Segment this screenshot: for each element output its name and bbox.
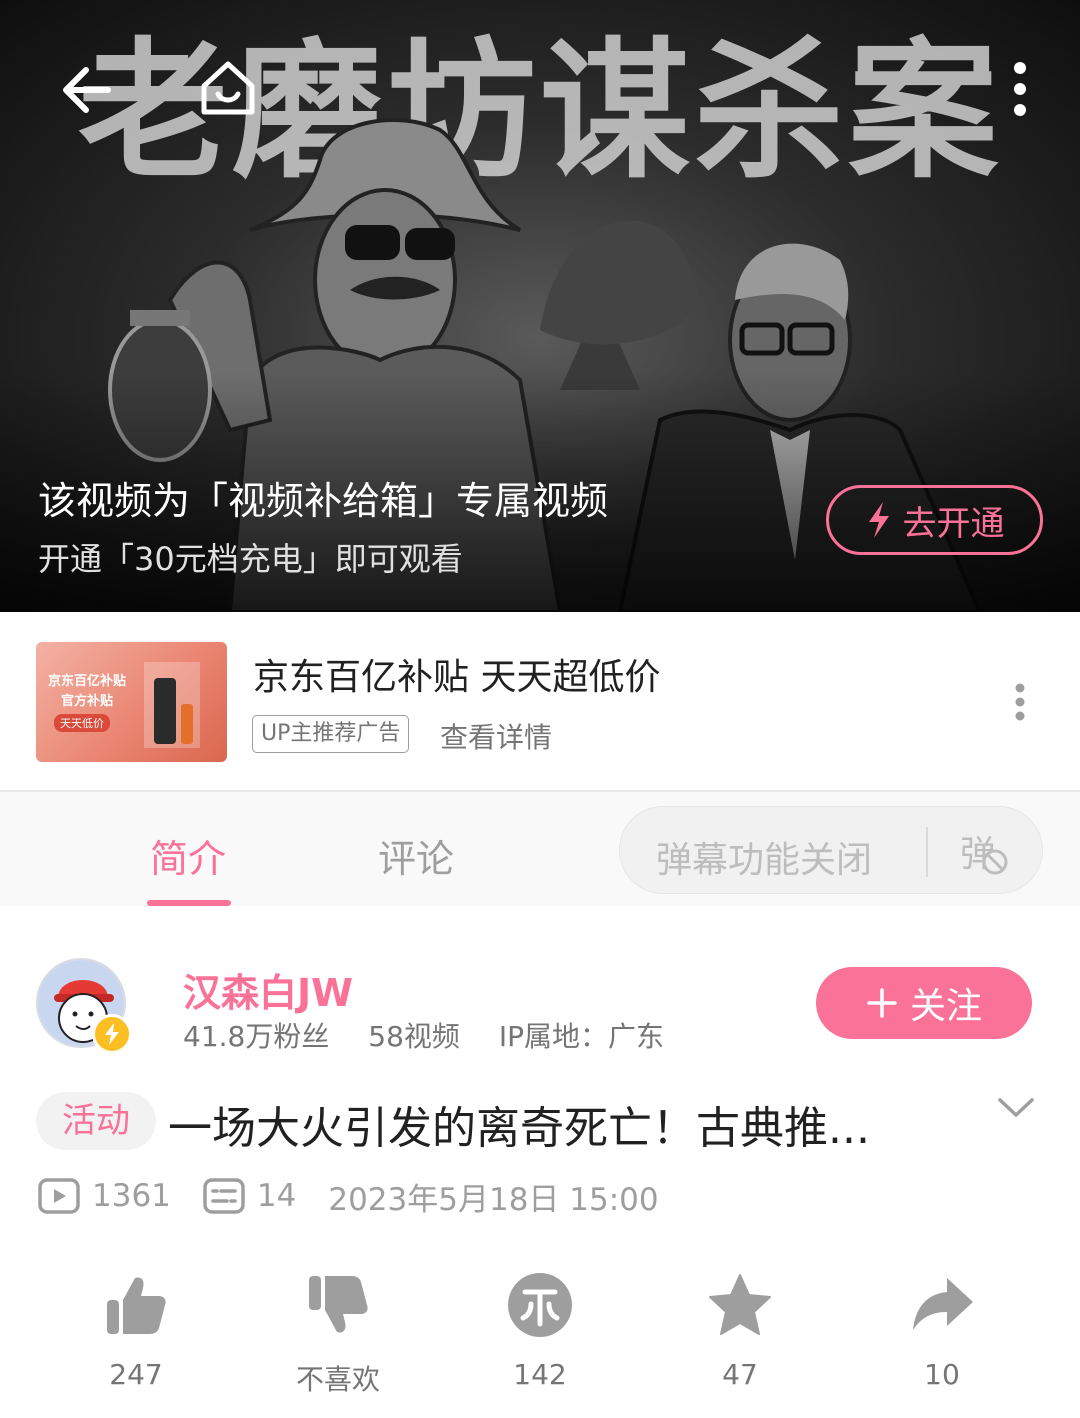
danmaku-status: 弹幕功能关闭: [656, 840, 873, 881]
favorite-button[interactable]: 47: [670, 1272, 810, 1391]
thumbs-down-icon: [309, 1276, 368, 1333]
uploader-stats: 41.8万粉丝 58视频 IP属地：广东: [183, 1015, 694, 1055]
ad-title[interactable]: 京东百亿补贴 天天超低价: [253, 648, 660, 700]
ad-thumbnail-text: 京东百亿补贴 官方补贴: [47, 674, 126, 709]
more-options-icon[interactable]: [988, 58, 1052, 122]
danmaku-count-icon: [203, 1178, 245, 1214]
video-meta: 1361 14 2023年5月18日 15:00: [38, 1176, 691, 1218]
open-subscription-button[interactable]: 去开通: [826, 485, 1043, 555]
activity-badge[interactable]: 活动: [36, 1092, 156, 1150]
lightning-icon: [868, 502, 889, 538]
dislike-button[interactable]: 不喜欢: [268, 1272, 408, 1398]
plus-icon: [867, 988, 897, 1018]
coin-button[interactable]: 142: [470, 1272, 610, 1391]
dislike-label: 不喜欢: [295, 1363, 380, 1396]
coin-icon: [508, 1273, 572, 1337]
uploader-videos: 58视频: [368, 1020, 460, 1053]
favorite-count: 47: [722, 1358, 758, 1391]
danmaku-input[interactable]: 弹幕功能关闭 弹: [619, 806, 1043, 894]
uploader-ip: IP属地：广东: [498, 1020, 664, 1053]
follow-button[interactable]: 关注: [816, 967, 1032, 1039]
tab-bar: 简介 评论 弹幕功能关闭 弹: [0, 790, 1080, 906]
like-count: 247: [109, 1358, 163, 1391]
back-arrow-icon[interactable]: [56, 58, 120, 122]
exclusive-video-notice: 该视频为「视频补给箱」专属视频: [38, 479, 609, 523]
exclusive-video-hint: 开通「30元档充电」即可观看: [38, 540, 463, 578]
share-arrow-icon: [913, 1278, 973, 1330]
ad-thumbnail-tag: 天天低价: [54, 714, 110, 732]
view-count: 1361: [92, 1178, 171, 1214]
danmaku-toggle-icon[interactable]: 弹: [960, 825, 1008, 877]
home-icon[interactable]: [196, 56, 260, 120]
follow-label: 关注: [909, 986, 982, 1027]
video-cover[interactable]: 老磨坊谋杀案 该视频为「视频补给箱」专属视频 开通「30元档充电」即可观看 去开…: [0, 0, 1080, 612]
tab-comments[interactable]: 评论: [378, 828, 454, 883]
verified-lightning-icon: [92, 1014, 132, 1054]
share-count: 10: [924, 1358, 960, 1391]
danmaku-divider: [926, 827, 928, 877]
star-icon: [709, 1274, 771, 1335]
ad-banner[interactable]: 京东百亿补贴 官方补贴 天天低价 京东百亿补贴 天天超低价 UP主推荐广告 查看…: [0, 612, 1080, 790]
danmaku-count: 14: [256, 1178, 297, 1214]
chevron-down-icon[interactable]: [996, 1092, 1036, 1122]
share-button[interactable]: 10: [872, 1272, 1012, 1391]
like-button[interactable]: 247: [66, 1272, 206, 1391]
uploader-fans: 41.8万粉丝: [183, 1020, 330, 1053]
tab-indicator: [147, 900, 231, 906]
ad-badge: UP主推荐广告: [252, 715, 410, 753]
play-count-icon: [38, 1178, 80, 1214]
tab-intro[interactable]: 简介: [150, 828, 226, 883]
ad-thumbnail[interactable]: 京东百亿补贴 官方补贴 天天低价: [36, 642, 227, 762]
thumbs-up-icon: [107, 1277, 166, 1334]
ad-detail-link[interactable]: 查看详情: [440, 716, 552, 756]
video-title[interactable]: 一场大火引发的离奇死亡！古典推...: [168, 1092, 928, 1156]
uploader-name[interactable]: 汉森白JW: [183, 962, 353, 1017]
open-subscription-label: 去开通: [902, 503, 1005, 544]
coin-count: 142: [513, 1358, 567, 1391]
publish-date: 2023年5月18日 15:00: [328, 1181, 659, 1218]
ad-more-icon[interactable]: [1005, 672, 1035, 732]
